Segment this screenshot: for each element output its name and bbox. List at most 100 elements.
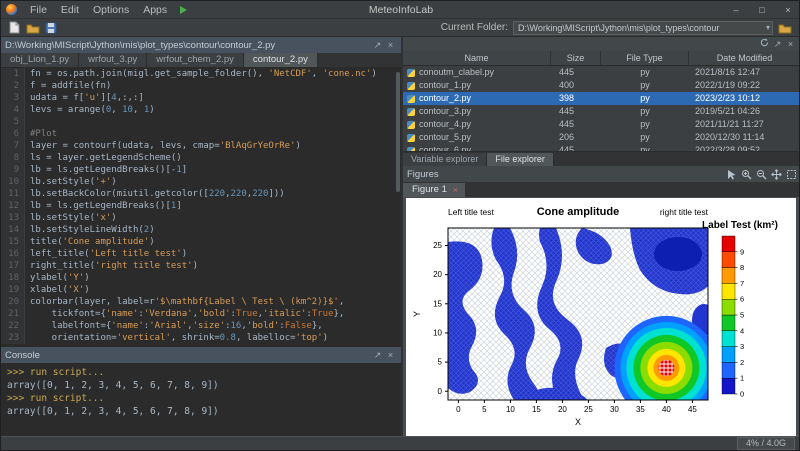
code-line-15[interactable]: 15title('Cone amplitude')	[1, 236, 401, 248]
float-panel-icon[interactable]: ↗	[771, 36, 784, 52]
run-icon[interactable]	[180, 6, 187, 14]
code-line-21[interactable]: 21 tickfont={'name':'Verdana','bold':Tru…	[1, 308, 401, 320]
code-line-3[interactable]: 3udata = f['u'][4,:,:]	[1, 92, 401, 104]
tab-file-explorer[interactable]: File explorer	[487, 153, 554, 166]
close-panel-icon[interactable]: ×	[384, 347, 397, 363]
svg-text:35: 35	[636, 405, 645, 414]
float-panel-icon[interactable]: ↗	[371, 347, 384, 363]
code-line-10[interactable]: 10lb.setStyle('+')	[1, 176, 401, 188]
svg-text:X: X	[575, 417, 581, 427]
code-line-11[interactable]: 11lb.setBackColor(miutil.getcolor([220,2…	[1, 188, 401, 200]
svg-text:Cone amplitude: Cone amplitude	[537, 206, 620, 218]
console-output[interactable]: >>> run script...array([0, 1, 2, 3, 4, 5…	[1, 363, 401, 436]
code-line-4[interactable]: 4levs = arange(0, 10, 1)	[1, 104, 401, 116]
file-row-contour_5.py[interactable]: contour_5.py206py2020/12/30 11:14	[403, 131, 800, 144]
code-line-8[interactable]: 8ls = layer.getLegendScheme()	[1, 152, 401, 164]
close-button[interactable]: ×	[775, 1, 800, 19]
column-header-file-type[interactable]: File Type	[601, 51, 689, 65]
full-extent-icon[interactable]	[786, 169, 797, 180]
menu-apps[interactable]: Apps	[136, 4, 174, 16]
line-number: 17	[1, 260, 25, 272]
figure-tabs: Figure 1 ×	[403, 182, 800, 197]
code-line-14[interactable]: 14lb.setStyleLineWidth(2)	[1, 224, 401, 236]
code-line-16[interactable]: 16left_title('Left title test')	[1, 248, 401, 260]
svg-text:8: 8	[740, 263, 744, 272]
editor-tab-wrfout_3.py[interactable]: wrfout_3.py	[79, 53, 147, 67]
figures-panel: Figures	[403, 166, 800, 436]
current-folder-combobox[interactable]: D:\Working\MIScript\Jython\mis\plot_type…	[513, 21, 773, 35]
code-line-13[interactable]: 13lb.setStyle('x')	[1, 212, 401, 224]
file-row-contour_4.py[interactable]: contour_4.py445py2021/11/21 11:27	[403, 118, 800, 131]
refresh-icon[interactable]	[758, 36, 771, 52]
figure-plot-area[interactable]: 0510152025303540450510152025XYCone ampli…	[403, 197, 800, 436]
code-line-18[interactable]: 18ylabel('Y')	[1, 272, 401, 284]
code-line-17[interactable]: 17right_title('right title test')	[1, 260, 401, 272]
pan-icon[interactable]	[771, 169, 782, 180]
float-panel-icon[interactable]: ↗	[371, 37, 384, 53]
svg-text:5: 5	[482, 405, 487, 414]
svg-text:25: 25	[433, 241, 442, 250]
open-folder-icon[interactable]	[25, 21, 40, 35]
maximize-button[interactable]: □	[749, 1, 775, 19]
figures-panel-header: Figures	[403, 166, 800, 182]
file-row-contour_6.py[interactable]: contour_6.py445py2022/3/28 09:52	[403, 144, 800, 151]
file-row-conoutm_clabel.py[interactable]: conoutm_clabel.py445py2021/8/16 12:47	[403, 66, 800, 79]
code-line-19[interactable]: 19xlabel('X')	[1, 284, 401, 296]
editor-scrollbar[interactable]	[396, 72, 400, 192]
file-row-contour_1.py[interactable]: contour_1.py400py2022/1/19 09:22	[403, 79, 800, 92]
code-line-12[interactable]: 12lb = ls.getLegendBreaks()[1]	[1, 200, 401, 212]
code-line-2[interactable]: 2f = addfile(fn)	[1, 80, 401, 92]
column-header-date-modified[interactable]: Date Modified	[689, 51, 800, 65]
zoom-out-icon[interactable]	[756, 169, 767, 180]
minimize-button[interactable]: –	[723, 1, 749, 19]
close-panel-icon[interactable]: ×	[784, 36, 797, 52]
editor-panel-header: D:\Working\MIScript\Jython\mis\plot_type…	[1, 37, 401, 53]
code-line-23[interactable]: 23 orientation='vertical', shrink=0.8, l…	[1, 332, 401, 344]
line-number: 7	[1, 140, 25, 152]
editor-tab-obj_Lion_1.py[interactable]: obj_Lion_1.py	[1, 53, 79, 67]
code-line-9[interactable]: 9lb = ls.getLegendBreaks()[-1]	[1, 164, 401, 176]
svg-text:10: 10	[433, 328, 442, 337]
chevron-down-icon[interactable]: ▾	[763, 23, 770, 32]
zoom-in-icon[interactable]	[741, 169, 752, 180]
line-number: 14	[1, 224, 25, 236]
svg-text:45: 45	[688, 405, 697, 414]
figure-svg: 0510152025303540450510152025XYCone ampli…	[406, 198, 796, 436]
tab-variable-explorer[interactable]: Variable explorer	[403, 153, 487, 166]
column-header-name[interactable]: Name	[403, 51, 551, 65]
code-line-6[interactable]: 6#Plot	[1, 128, 401, 140]
svg-text:Label Test (km²): Label Test (km²)	[702, 220, 778, 231]
menu-options[interactable]: Options	[86, 4, 136, 16]
app-logo-icon	[6, 4, 17, 15]
svg-text:0: 0	[740, 390, 744, 399]
code-line-20[interactable]: 20colorbar(layer, label=r'$\mathbf{Label…	[1, 296, 401, 308]
meteoinfolab-window: MeteoInfoLab FileEditOptionsApps – □ × C…	[0, 0, 800, 451]
tab-figure-1[interactable]: Figure 1 ×	[403, 183, 465, 197]
svg-text:1: 1	[740, 374, 744, 383]
menu-file[interactable]: File	[23, 4, 54, 16]
code-line-5[interactable]: 5	[1, 116, 401, 128]
browse-folder-button[interactable]	[777, 21, 792, 35]
line-number: 3	[1, 92, 25, 104]
file-row-contour_2.py[interactable]: contour_2.py398py2023/2/23 10:12	[403, 92, 800, 105]
save-icon[interactable]	[43, 21, 58, 35]
close-panel-icon[interactable]: ×	[384, 37, 397, 53]
file-row-contour_3.py[interactable]: contour_3.py445py2019/5/21 04:26	[403, 105, 800, 118]
code-line-1[interactable]: 1fn = os.path.join(migl.get_sample_folde…	[1, 68, 401, 80]
code-editor[interactable]: 1fn = os.path.join(migl.get_sample_folde…	[1, 68, 401, 347]
code-line-22[interactable]: 22 labelfont={'name':'Arial','size':16,'…	[1, 320, 401, 332]
close-tab-icon[interactable]: ×	[453, 185, 458, 195]
menu-edit[interactable]: Edit	[54, 4, 86, 16]
editor-tab-contour_2.py[interactable]: contour_2.py	[244, 53, 318, 67]
line-number: 10	[1, 176, 25, 188]
current-folder-path: D:\Working\MIScript\Jython\mis\plot_type…	[518, 23, 763, 33]
new-file-icon[interactable]	[7, 21, 22, 35]
svg-text:2: 2	[740, 358, 744, 367]
memory-indicator[interactable]: 4% / 4.0G	[737, 437, 795, 450]
column-header-size[interactable]: Size	[551, 51, 601, 65]
editor-tab-wrfout_chem_2.py[interactable]: wrfout_chem_2.py	[147, 53, 244, 67]
python-file-icon	[407, 95, 415, 103]
select-cursor-icon[interactable]	[726, 169, 737, 180]
menu-items: FileEditOptionsApps	[23, 4, 174, 16]
code-line-7[interactable]: 7layer = contourf(udata, levs, cmap='BlA…	[1, 140, 401, 152]
